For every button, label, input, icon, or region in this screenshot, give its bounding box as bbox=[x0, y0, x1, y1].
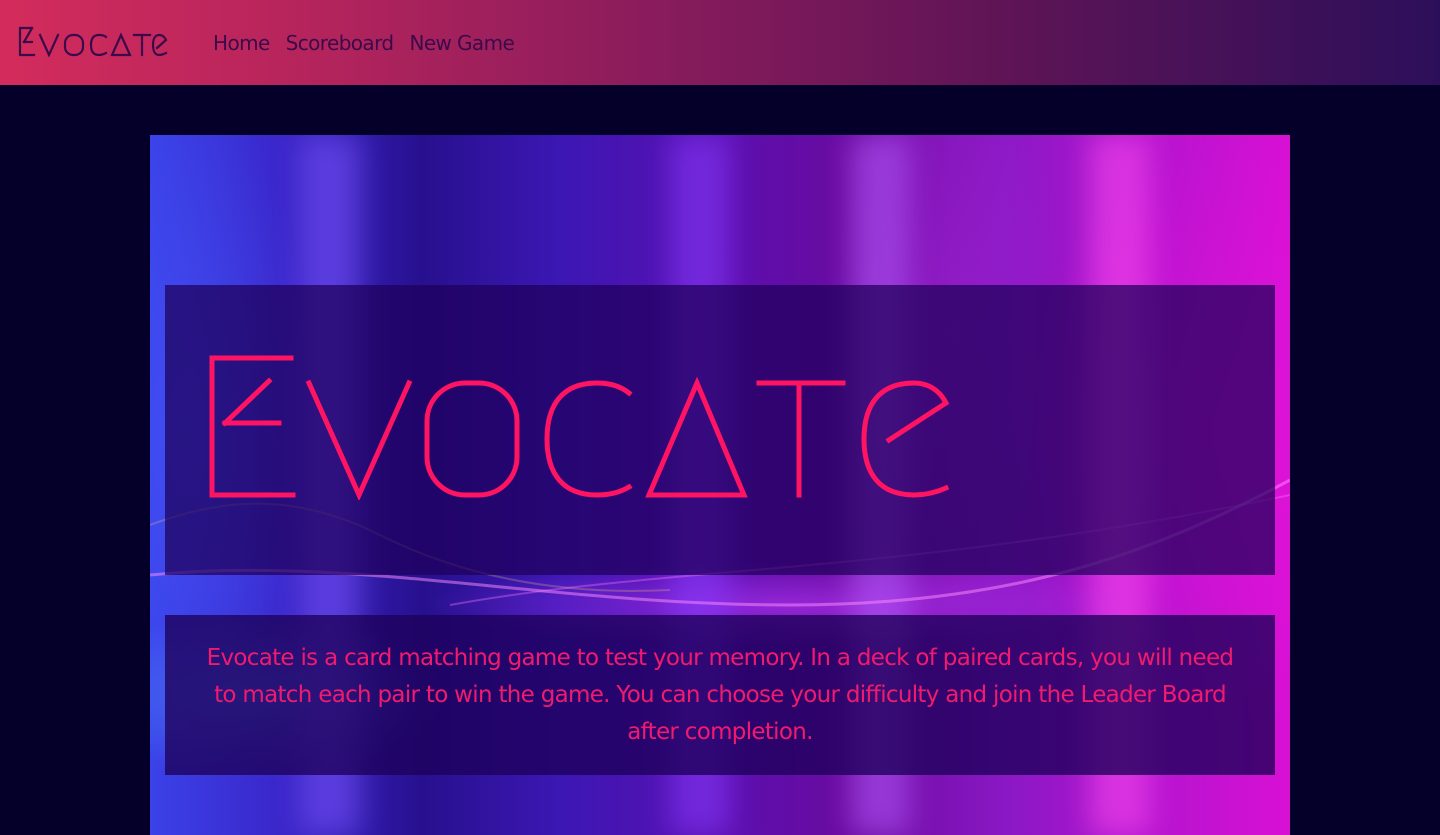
brand-logo-icon bbox=[18, 26, 168, 58]
hero-banner: Evocate Evocate is a card matching game … bbox=[150, 135, 1290, 835]
game-description: Evocate is a card matching game to test … bbox=[206, 644, 1234, 745]
hero-title-logo bbox=[209, 355, 949, 500]
hero-title: Evocate bbox=[165, 285, 166, 286]
navbar: Evocate Home Scoreboard New Game bbox=[0, 0, 1440, 85]
nav-link-new-game[interactable]: New Game bbox=[409, 31, 514, 55]
nav-links: Home Scoreboard New Game bbox=[213, 0, 515, 85]
nav-link-home[interactable]: Home bbox=[213, 31, 270, 55]
nav-link-scoreboard[interactable]: Scoreboard bbox=[286, 31, 394, 55]
brand-logo-link[interactable]: Evocate bbox=[18, 26, 168, 58]
title-panel: Evocate bbox=[165, 285, 1275, 575]
description-panel: Evocate is a card matching game to test … bbox=[165, 615, 1275, 775]
